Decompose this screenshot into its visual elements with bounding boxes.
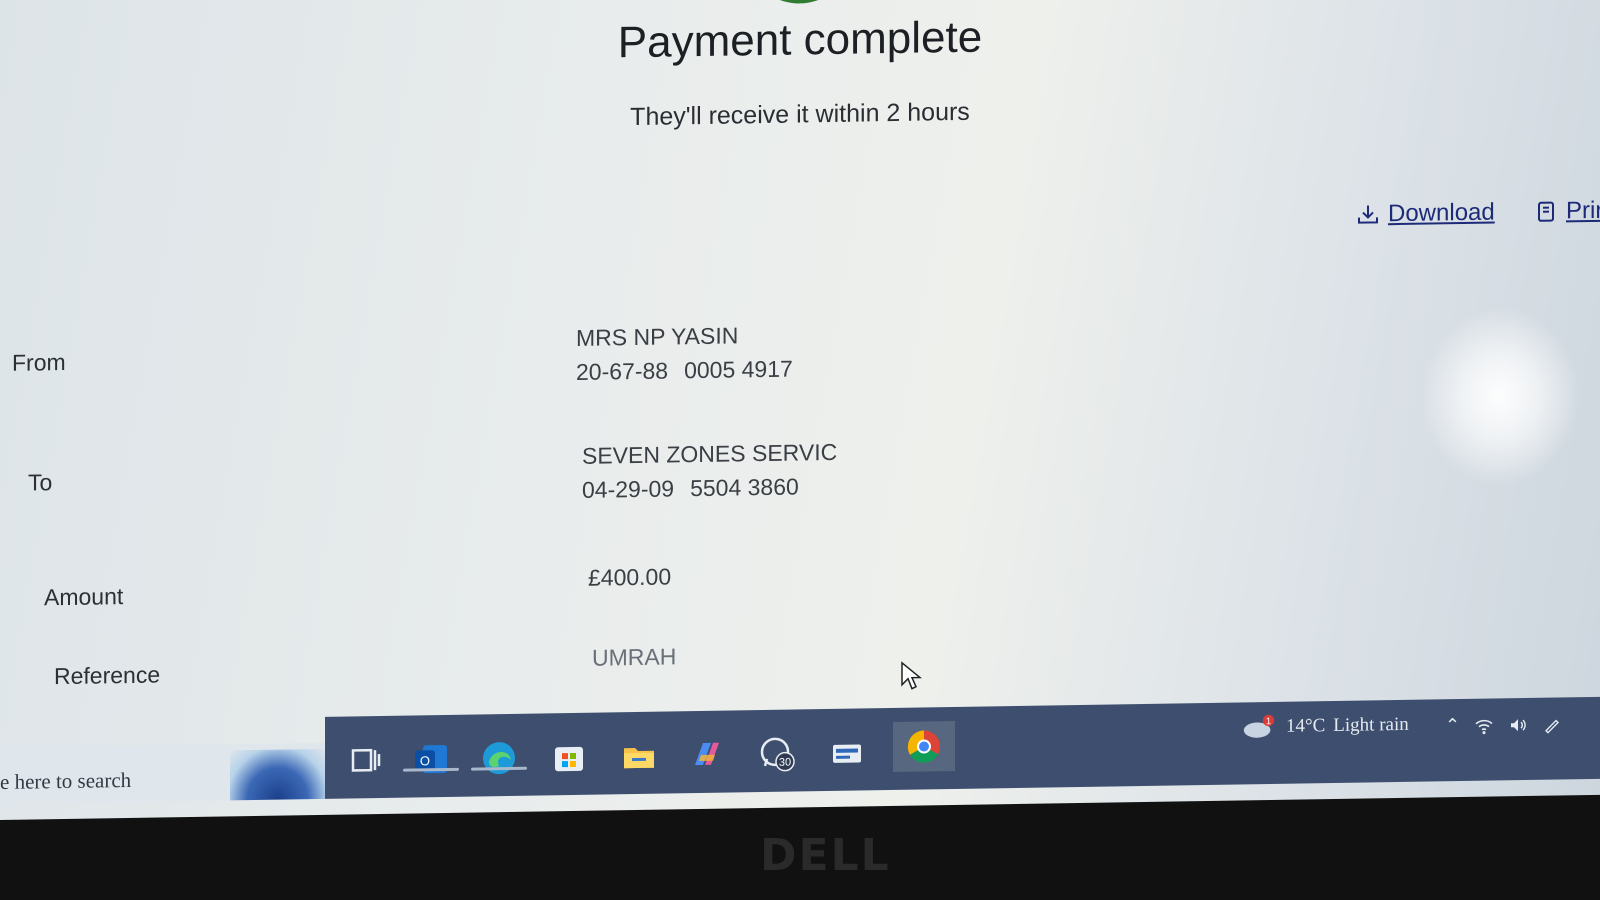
pen-icon[interactable]	[1542, 714, 1562, 734]
page-title: Payment complete	[617, 12, 983, 68]
from-account: 20-67-88 0005 4917	[576, 351, 809, 389]
to-label: To	[28, 469, 53, 496]
from-account-number: 0005 4917	[684, 355, 793, 384]
weather-condition: Light rain	[1333, 713, 1409, 737]
weather-alert-badge: 1	[1266, 716, 1271, 727]
page-subtitle: They'll receive it within 2 hours	[630, 97, 970, 132]
wifi-icon[interactable]	[1474, 715, 1494, 735]
reference-value: UMRAH	[592, 643, 677, 671]
print-link[interactable]: Prir	[1534, 197, 1600, 226]
task-view-icon[interactable]	[345, 740, 385, 781]
download-label: Download	[1388, 198, 1495, 228]
chevron-up-icon[interactable]: ⌃	[1445, 715, 1460, 736]
download-link[interactable]: Download	[1356, 199, 1495, 229]
svg-text:O: O	[420, 753, 430, 768]
amount-label: Amount	[44, 583, 124, 611]
print-label: Prir	[1566, 196, 1600, 225]
success-check-icon	[760, 0, 840, 5]
reference-label: Reference	[54, 661, 161, 690]
search-placeholder: e here to search	[0, 767, 132, 794]
weather-temperature: 14°C	[1286, 715, 1326, 737]
volume-icon[interactable]	[1508, 714, 1528, 734]
chrome-icon[interactable]	[893, 720, 955, 772]
to-sort-code: 04-29-09	[582, 475, 675, 503]
from-value: MRS NP YASIN 20-67-88 0005 4917	[576, 317, 809, 389]
download-icon	[1356, 202, 1380, 226]
dell-logo: DELL	[760, 830, 891, 881]
search-highlight-image	[230, 748, 325, 801]
system-tray: ⌃	[1445, 713, 1562, 736]
edge-icon[interactable]	[471, 738, 527, 779]
from-name: MRS NP YASIN	[576, 322, 739, 351]
from-sort-code: 20-67-88	[576, 357, 669, 385]
file-explorer-icon[interactable]	[619, 736, 659, 777]
to-name: SEVEN ZONES SERVIC	[582, 438, 838, 469]
taskbar-search-box[interactable]: e here to search	[0, 742, 325, 804]
screen-glare	[1420, 305, 1580, 488]
copilot-icon[interactable]	[687, 735, 727, 776]
outlook-icon[interactable]: O	[403, 739, 459, 780]
microsoft-store-icon[interactable]	[549, 737, 589, 778]
whatsapp-badge: 30	[779, 757, 791, 769]
app-icon[interactable]	[827, 732, 867, 773]
to-account: 04-29-09 5504 3860	[582, 469, 837, 507]
mouse-pointer-icon	[901, 661, 922, 690]
to-account-number: 5504 3860	[690, 473, 799, 502]
print-icon	[1534, 200, 1558, 224]
to-value: SEVEN ZONES SERVIC 04-29-09 5504 3860	[582, 435, 837, 507]
from-label: From	[12, 348, 66, 376]
rain-cloud-icon: 1	[1243, 714, 1275, 738]
amount-value: £400.00	[588, 563, 672, 591]
weather-widget[interactable]: 1 14°C Light rain	[1240, 710, 1409, 743]
payment-confirmation-screen: Payment complete They'll receive it with…	[0, 0, 1600, 821]
whatsapp-icon[interactable]: 30	[757, 733, 797, 774]
